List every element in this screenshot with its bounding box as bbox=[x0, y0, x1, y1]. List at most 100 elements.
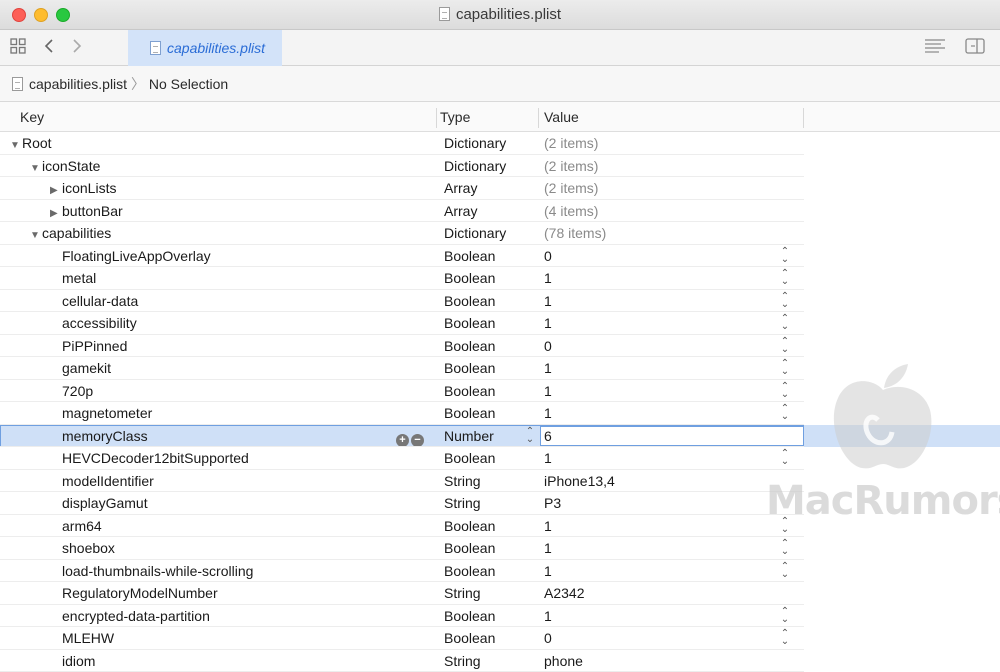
table-row[interactable]: cellular-data Boolean 1 ⌃ ⌄ bbox=[0, 290, 1000, 313]
table-row[interactable]: encrypted-data-partition Boolean 1 ⌃ ⌄ bbox=[0, 605, 1000, 628]
row-type[interactable]: Boolean bbox=[444, 357, 495, 380]
column-key-header[interactable]: Key bbox=[12, 102, 44, 132]
row-value[interactable]: 1 bbox=[544, 290, 552, 313]
row-key-cell[interactable]: metal bbox=[62, 267, 96, 290]
row-value[interactable]: 1 bbox=[544, 560, 552, 583]
row-key-cell[interactable]: magnetometer bbox=[62, 402, 152, 425]
row-value[interactable]: 6 bbox=[544, 425, 552, 448]
row-value[interactable]: (2 items) bbox=[544, 177, 598, 200]
row-value[interactable]: (4 items) bbox=[544, 200, 598, 223]
row-type[interactable]: Dictionary bbox=[444, 222, 506, 245]
row-type[interactable]: Boolean bbox=[444, 537, 495, 560]
row-type[interactable]: String bbox=[444, 650, 481, 672]
row-key-cell[interactable]: shoebox bbox=[62, 537, 115, 560]
row-value[interactable]: (78 items) bbox=[544, 222, 606, 245]
value-popup-icon[interactable]: ⌃ ⌄ bbox=[779, 561, 791, 580]
row-type[interactable]: Boolean bbox=[444, 290, 495, 313]
row-value[interactable]: 0 bbox=[544, 627, 552, 650]
row-value[interactable]: 0 bbox=[544, 335, 552, 358]
row-key-cell[interactable]: HEVCDecoder12bitSupported bbox=[62, 447, 249, 470]
row-key-cell[interactable]: idiom bbox=[62, 650, 95, 672]
table-row[interactable]: idiom String phone bbox=[0, 650, 1000, 672]
row-value[interactable]: 1 bbox=[544, 380, 552, 403]
row-key-cell[interactable]: accessibility bbox=[62, 312, 137, 335]
value-popup-icon[interactable]: ⌃ ⌄ bbox=[779, 629, 791, 647]
row-value[interactable]: 1 bbox=[544, 605, 552, 628]
editor-lines-icon[interactable] bbox=[922, 37, 948, 59]
row-type[interactable]: Boolean bbox=[444, 267, 495, 290]
breadcrumb-file[interactable]: capabilities.plist bbox=[29, 76, 127, 92]
row-type[interactable]: Boolean bbox=[444, 335, 495, 358]
row-value[interactable]: (2 items) bbox=[544, 155, 598, 178]
column-value-header[interactable]: Value bbox=[536, 102, 579, 132]
table-row[interactable]: ▼ Root Dictionary (2 items) bbox=[0, 132, 1000, 155]
row-key-cell[interactable]: arm64 bbox=[62, 515, 102, 538]
table-row[interactable]: shoebox Boolean 1 ⌃ ⌄ bbox=[0, 537, 1000, 560]
row-key-cell[interactable]: gamekit bbox=[62, 357, 111, 380]
row-value[interactable]: A2342 bbox=[544, 582, 584, 605]
row-value[interactable]: phone bbox=[544, 650, 583, 672]
forward-icon[interactable] bbox=[68, 37, 86, 59]
row-type[interactable]: Boolean bbox=[444, 245, 495, 268]
row-type[interactable]: String bbox=[444, 470, 481, 493]
row-type[interactable]: Boolean bbox=[444, 605, 495, 628]
row-value[interactable]: 1 bbox=[544, 537, 552, 560]
row-type[interactable]: Boolean bbox=[444, 515, 495, 538]
column-type-header[interactable]: Type bbox=[432, 102, 470, 132]
row-value[interactable]: 1 bbox=[544, 312, 552, 335]
row-type[interactable]: Number bbox=[444, 425, 494, 448]
value-popup-icon[interactable]: ⌃ ⌄ bbox=[779, 539, 791, 557]
value-popup-icon[interactable]: ⌃ ⌄ bbox=[779, 606, 791, 625]
row-value[interactable]: 1 bbox=[544, 447, 552, 470]
row-value[interactable]: 1 bbox=[544, 267, 552, 290]
tab-capabilities-plist[interactable]: capabilities.plist bbox=[128, 30, 282, 66]
row-value[interactable]: 0 bbox=[544, 245, 552, 268]
row-key-cell[interactable]: cellular-data bbox=[62, 290, 138, 313]
row-value[interactable]: P3 bbox=[544, 492, 561, 515]
table-row[interactable]: ▶ buttonBar Array (4 items) bbox=[0, 200, 1000, 223]
column-divider[interactable] bbox=[803, 108, 804, 128]
table-row[interactable]: ▼ capabilities Dictionary (78 items) bbox=[0, 222, 1000, 245]
value-popup-icon[interactable]: ⌃ ⌄ bbox=[779, 314, 791, 332]
table-row[interactable]: metal Boolean 1 ⌃ ⌄ bbox=[0, 267, 1000, 290]
row-key-cell[interactable]: RegulatoryModelNumber bbox=[62, 582, 218, 605]
row-key-cell[interactable]: displayGamut bbox=[62, 492, 148, 515]
row-key-cell[interactable]: 720p bbox=[62, 380, 93, 403]
row-type[interactable]: Boolean bbox=[444, 380, 495, 403]
row-type[interactable]: String bbox=[444, 582, 481, 605]
row-type[interactable]: Boolean bbox=[444, 447, 495, 470]
row-type[interactable]: Dictionary bbox=[444, 155, 506, 178]
table-row[interactable]: load-thumbnails-while-scrolling Boolean 1 ⌃… bbox=[0, 560, 1000, 583]
row-key-cell[interactable]: PiPPinned bbox=[62, 335, 127, 358]
row-key-cell[interactable]: encrypted-data-partition bbox=[62, 605, 210, 628]
value-popup-icon[interactable]: ⌃ ⌄ bbox=[779, 269, 791, 287]
row-type[interactable]: Array bbox=[444, 200, 477, 223]
row-value[interactable]: (2 items) bbox=[544, 132, 598, 155]
add-item-icon[interactable]: + bbox=[396, 433, 409, 447]
type-popup-icon[interactable]: ⌃ ⌄ bbox=[524, 426, 536, 445]
table-row[interactable]: RegulatoryModelNumber String A2342 bbox=[0, 582, 1000, 605]
row-type[interactable]: Boolean bbox=[444, 560, 495, 583]
value-popup-icon[interactable]: ⌃ ⌄ bbox=[779, 336, 791, 355]
row-value[interactable]: 1 bbox=[544, 402, 552, 425]
grid-icon[interactable] bbox=[8, 37, 28, 59]
row-type[interactable]: Array bbox=[444, 177, 477, 200]
row-key-cell[interactable]: FloatingLiveAppOverlay bbox=[62, 245, 211, 268]
row-key-cell[interactable]: modelIdentifier bbox=[62, 470, 154, 493]
inspector-panel-icon[interactable] bbox=[962, 37, 988, 59]
row-type[interactable]: Boolean bbox=[444, 312, 495, 335]
value-popup-icon[interactable]: ⌃ ⌄ bbox=[779, 246, 791, 265]
back-icon[interactable] bbox=[40, 37, 58, 59]
row-value[interactable]: 1 bbox=[544, 515, 552, 538]
row-key-cell[interactable]: MLEHW bbox=[62, 627, 114, 650]
breadcrumb-selection[interactable]: No Selection bbox=[149, 76, 228, 92]
row-key-cell[interactable]: memoryClass bbox=[62, 425, 148, 448]
table-row[interactable]: MLEHW Boolean 0 ⌃ ⌄ bbox=[0, 627, 1000, 650]
table-row[interactable]: ▶ iconLists Array (2 items) bbox=[0, 177, 1000, 200]
remove-item-icon[interactable]: − bbox=[411, 433, 424, 447]
row-type[interactable]: Boolean bbox=[444, 627, 495, 650]
row-type[interactable]: Dictionary bbox=[444, 132, 506, 155]
row-type[interactable]: Boolean bbox=[444, 402, 495, 425]
table-row[interactable]: FloatingLiveAppOverlay Boolean 0 ⌃ ⌄ bbox=[0, 245, 1000, 268]
row-value[interactable]: iPhone13,4 bbox=[544, 470, 615, 493]
